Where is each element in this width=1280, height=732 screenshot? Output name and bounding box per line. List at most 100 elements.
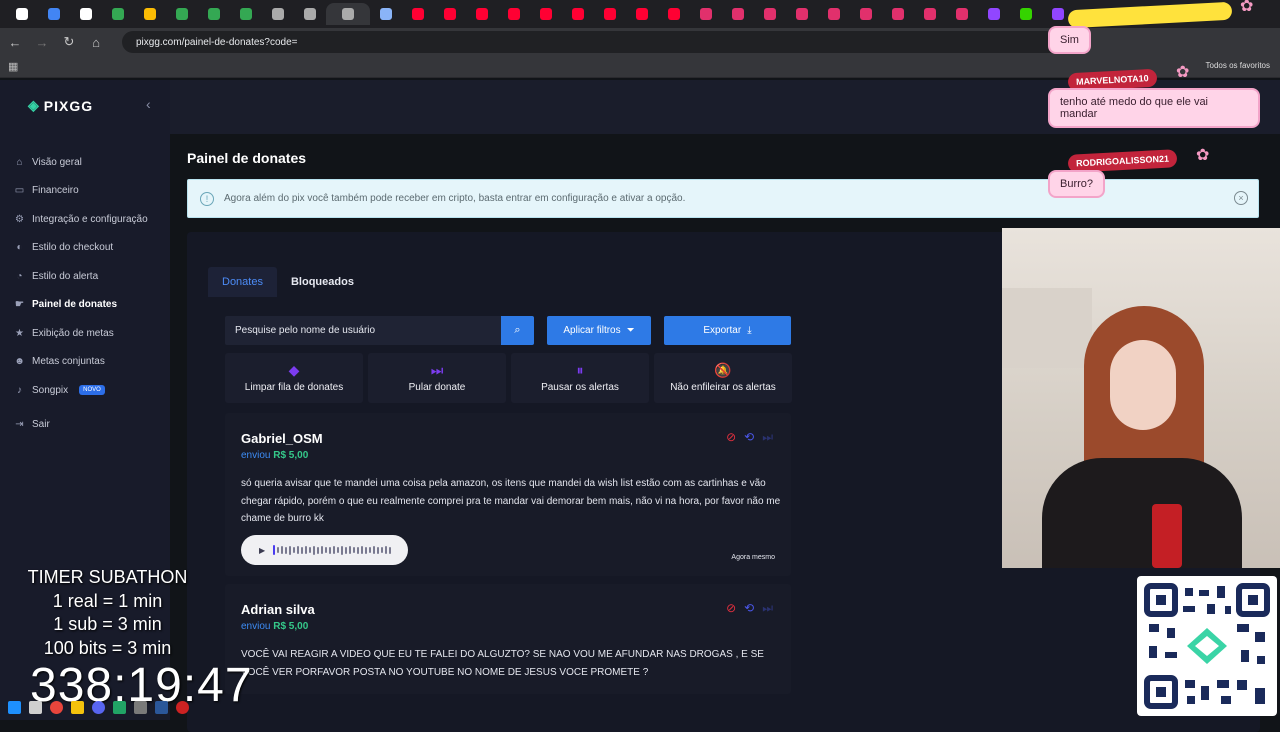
collapse-sidebar-icon[interactable]: ‹ bbox=[146, 96, 151, 112]
forward-icon[interactable]: → bbox=[30, 30, 54, 54]
tab-favicon-icon bbox=[342, 8, 354, 20]
browser-tab[interactable] bbox=[262, 3, 294, 25]
browser-tab[interactable] bbox=[230, 3, 262, 25]
waveform-bar bbox=[325, 547, 328, 553]
browser-tab[interactable] bbox=[326, 3, 370, 25]
waveform-bar bbox=[341, 545, 344, 555]
waveform-bar bbox=[293, 547, 296, 553]
tab-donates[interactable]: Donates bbox=[208, 267, 277, 297]
skip-icon[interactable]: ⏭ bbox=[762, 430, 773, 445]
browser-tab[interactable] bbox=[914, 3, 946, 25]
tab-favicon-icon bbox=[508, 8, 520, 20]
home-icon[interactable]: ⌂ bbox=[84, 30, 108, 54]
browser-tab[interactable] bbox=[626, 3, 658, 25]
browser-tab[interactable] bbox=[722, 3, 754, 25]
action-pause-button[interactable]: ⏸ Pausar os alertas bbox=[511, 353, 649, 403]
app-icon[interactable] bbox=[134, 700, 147, 714]
block-icon[interactable]: ⊘ bbox=[726, 430, 736, 445]
sidebar-item-songpix[interactable]: ♪ Songpix NOVO bbox=[14, 376, 148, 405]
browser-tab[interactable] bbox=[530, 3, 562, 25]
tab-bloqueados[interactable]: Bloqueados bbox=[277, 267, 368, 297]
search-input[interactable]: Pesquise pelo nome de usuário bbox=[225, 316, 503, 345]
browser-tab[interactable] bbox=[38, 3, 70, 25]
browser-tab[interactable] bbox=[882, 3, 914, 25]
sidebar-item-exibi-o-de-metas[interactable]: ★ Exibição de metas bbox=[14, 319, 148, 348]
sidebar-item-estilo-do-checkout[interactable]: ◐ Estilo do checkout bbox=[14, 234, 148, 263]
skip-icon[interactable]: ⏭ bbox=[762, 601, 773, 616]
browser-tab[interactable] bbox=[498, 3, 530, 25]
sidebar-item-estilo-do-alerta[interactable]: ◔ Estilo do alerta bbox=[14, 262, 148, 291]
windows-start-icon[interactable] bbox=[8, 700, 21, 714]
sidebar-item-financeiro[interactable]: ▭ Financeiro bbox=[14, 177, 148, 206]
block-icon[interactable]: ⊘ bbox=[726, 601, 736, 616]
browser-tab[interactable] bbox=[466, 3, 498, 25]
sidebar-item-sair[interactable]: ⇥ Sair bbox=[14, 411, 148, 440]
flower-icon: ✿ bbox=[1196, 147, 1210, 164]
tab-favicon-icon bbox=[412, 8, 424, 20]
sidebar-item-integra-o-e-configura-o[interactable]: ⚙ Integração e configuração bbox=[14, 205, 148, 234]
sidebar-item-metas-conjuntas[interactable]: ☻ Metas conjuntas bbox=[14, 348, 148, 377]
url-field[interactable]: pixgg.com/painel-de-donates?code= bbox=[122, 31, 1062, 53]
discord-icon[interactable] bbox=[92, 700, 105, 714]
pixgg-logo[interactable]: ◈ PIXGG bbox=[28, 97, 93, 114]
audio-player[interactable]: ▶ bbox=[241, 535, 408, 565]
chrome-icon[interactable] bbox=[50, 700, 63, 714]
browser-tab[interactable] bbox=[70, 3, 102, 25]
browser-tab[interactable] bbox=[690, 3, 722, 25]
browser-tab[interactable] bbox=[6, 3, 38, 25]
search-taskbar-icon[interactable] bbox=[29, 700, 42, 714]
chat-message: Sim bbox=[1048, 26, 1091, 54]
search-icon: ⌕ bbox=[514, 324, 521, 336]
browser-tab[interactable] bbox=[166, 3, 198, 25]
browser-tab[interactable] bbox=[562, 3, 594, 25]
tab-favicon-icon bbox=[636, 8, 648, 20]
waveform-bar bbox=[385, 546, 388, 554]
gear-icon: ⚙ bbox=[15, 213, 24, 225]
action-eraser-button[interactable]: ◆ Limpar fila de donates bbox=[225, 353, 363, 403]
browser-tab[interactable] bbox=[134, 3, 166, 25]
tab-favicon-icon bbox=[540, 8, 552, 20]
browser-tab[interactable] bbox=[370, 3, 402, 25]
browser-tab[interactable] bbox=[658, 3, 690, 25]
sidebar-item-label: Financeiro bbox=[32, 185, 79, 197]
tab-favicon-icon bbox=[668, 8, 680, 20]
browser-tab[interactable] bbox=[594, 3, 626, 25]
browser-tab[interactable] bbox=[1010, 3, 1042, 25]
waveform-bar bbox=[285, 546, 288, 554]
browser-tab[interactable] bbox=[102, 3, 134, 25]
reload-icon[interactable]: ↻ bbox=[57, 30, 81, 54]
browser-tab[interactable] bbox=[850, 3, 882, 25]
excel-icon[interactable] bbox=[113, 700, 126, 714]
browser-tab[interactable] bbox=[754, 3, 786, 25]
browser-tab[interactable] bbox=[818, 3, 850, 25]
apply-filters-button[interactable]: Aplicar filtros ⏷ bbox=[547, 316, 651, 345]
browser-tab[interactable] bbox=[294, 3, 326, 25]
all-bookmarks-link[interactable]: Todos os favoritos bbox=[1206, 61, 1270, 70]
back-icon[interactable]: ← bbox=[3, 30, 27, 54]
replay-icon[interactable]: ⟲ bbox=[744, 601, 754, 616]
close-alert-icon[interactable]: × bbox=[1234, 191, 1248, 205]
action-skip-button[interactable]: ⏭ Pular donate bbox=[368, 353, 506, 403]
search-button[interactable]: ⌕ bbox=[501, 316, 534, 345]
browser-tab[interactable] bbox=[198, 3, 230, 25]
replay-icon[interactable]: ⟲ bbox=[744, 430, 754, 445]
browser-tab[interactable] bbox=[786, 3, 818, 25]
tab-favicon-icon bbox=[272, 8, 284, 20]
word-icon[interactable] bbox=[155, 700, 168, 714]
sidebar-item-painel-de-donates[interactable]: ☛ Painel de donates bbox=[14, 291, 148, 320]
obs-icon[interactable] bbox=[176, 700, 189, 714]
eraser-icon: ◆ bbox=[288, 362, 300, 378]
file-explorer-icon[interactable] bbox=[71, 700, 84, 714]
browser-tab[interactable] bbox=[434, 3, 466, 25]
apps-grid-icon[interactable]: ▦ bbox=[8, 60, 18, 73]
waveform-bar bbox=[365, 546, 368, 554]
export-button[interactable]: Exportar ⤓ bbox=[664, 316, 791, 345]
browser-tab[interactable] bbox=[402, 3, 434, 25]
browser-tab[interactable] bbox=[978, 3, 1010, 25]
browser-tab[interactable] bbox=[946, 3, 978, 25]
tab-favicon-icon bbox=[304, 8, 316, 20]
play-icon[interactable]: ▶ bbox=[259, 546, 265, 555]
audio-waveform[interactable] bbox=[273, 545, 392, 555]
sidebar-item-vis-o-geral[interactable]: ⌂ Visão geral bbox=[14, 148, 148, 177]
action-bell-off-button[interactable]: 🔕 Não enfileirar os alertas bbox=[654, 353, 792, 403]
